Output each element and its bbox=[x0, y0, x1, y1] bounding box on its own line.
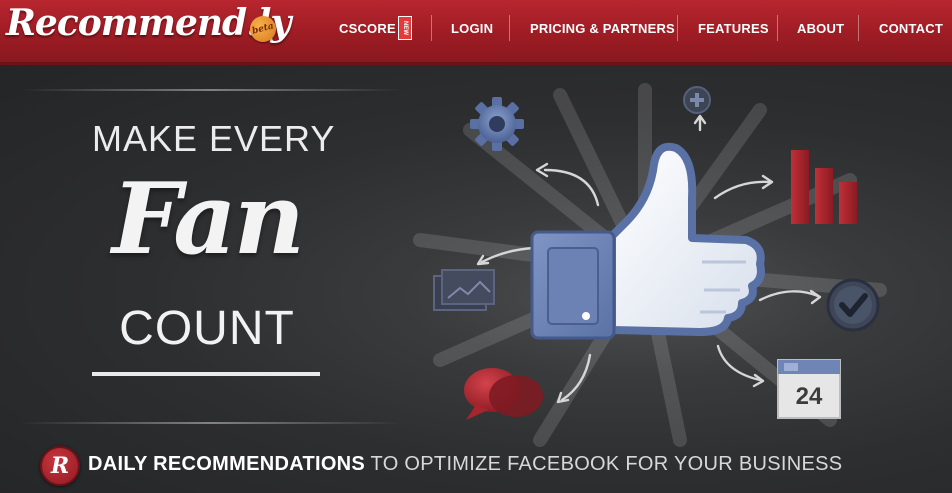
calendar-day: 24 bbox=[796, 383, 823, 410]
divider-bottom bbox=[20, 422, 402, 424]
chat-bubbles-icon bbox=[464, 368, 543, 420]
headline-top: MAKE EVERY bbox=[92, 118, 336, 159]
headline-script: Fan bbox=[112, 162, 305, 277]
headline-underline bbox=[92, 372, 320, 376]
photos-icon bbox=[433, 269, 495, 311]
headline-bottom: COUNT bbox=[119, 302, 295, 355]
tagline: DAILY RECOMMENDATIONS TO OPTIMIZE FACEBO… bbox=[88, 453, 842, 476]
brand-r-badge: R bbox=[40, 446, 80, 486]
tagline-rest: TO OPTIMIZE FACEBOOK FOR YOUR BUSINESS bbox=[365, 453, 843, 475]
plus-circle-icon bbox=[683, 86, 711, 114]
checkmark-icon bbox=[826, 278, 880, 332]
divider-top bbox=[20, 89, 402, 91]
gear-icon bbox=[470, 97, 524, 151]
tagline-bold: DAILY RECOMMENDATIONS bbox=[88, 453, 366, 475]
bar-chart-icon bbox=[791, 150, 857, 224]
